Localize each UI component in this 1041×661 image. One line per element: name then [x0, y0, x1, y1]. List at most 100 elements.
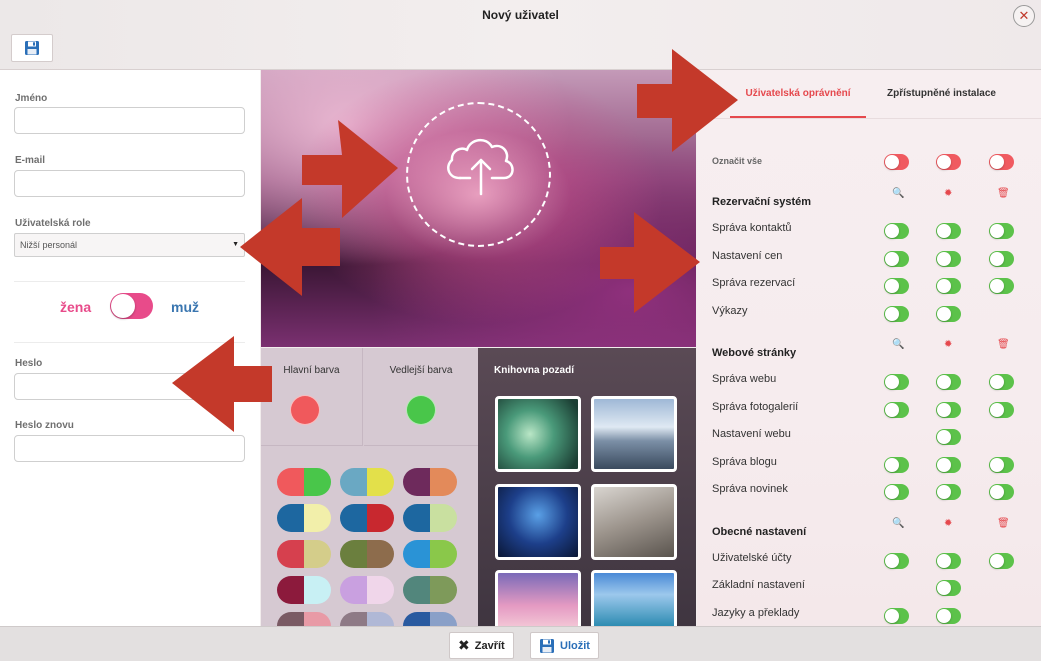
secondary-color-swatch[interactable] [406, 395, 436, 425]
permission-toggle-on[interactable] [884, 456, 909, 473]
toolbar-save-button[interactable] [11, 34, 53, 62]
toggle-knob [937, 581, 951, 595]
permission-toggle-on[interactable] [884, 374, 909, 390]
permission-toggle-on[interactable] [989, 278, 1014, 294]
permission-toggle-on[interactable] [936, 305, 961, 322]
upload-dropzone[interactable] [406, 102, 551, 247]
color-pair-swatch[interactable] [277, 540, 331, 568]
background-thumbnail[interactable] [495, 484, 581, 560]
toggle-knob [990, 251, 1004, 266]
name-input[interactable] [14, 107, 245, 134]
permission-toggle-on[interactable] [884, 607, 909, 624]
permission-toggle-on[interactable] [884, 278, 909, 294]
tab-user-permissions[interactable]: Uživatelská oprávnění [730, 88, 866, 118]
main-color-swatch[interactable] [290, 395, 320, 425]
color-picker-pane: Hlavní barva Vedlejší barva [261, 348, 478, 640]
color-half [304, 468, 331, 496]
trash-icon[interactable]: 🗑 [997, 339, 1010, 350]
permission-toggle-on[interactable] [884, 223, 909, 239]
permission-toggle-on[interactable] [936, 223, 961, 239]
gear-icon[interactable]: ✹ [944, 518, 952, 529]
floppy-disk-icon [540, 638, 554, 653]
permission-toggle-on[interactable] [936, 250, 961, 267]
trash-icon[interactable]: 🗑 [997, 518, 1010, 529]
color-half [403, 576, 430, 604]
close-button[interactable]: ✕ [1013, 5, 1035, 27]
close-dialog-button[interactable]: ✖ Zavřít [449, 632, 514, 659]
permission-toggle-on[interactable] [884, 305, 909, 322]
color-pair-swatch[interactable] [340, 540, 394, 568]
permission-toggle-on[interactable] [936, 607, 961, 624]
color-pair-swatch[interactable] [403, 576, 457, 604]
permission-label: Uživatelské účty [712, 551, 792, 564]
color-pair-swatch[interactable] [277, 504, 331, 532]
permission-toggle-on[interactable] [936, 456, 961, 473]
color-pair-swatch[interactable] [340, 576, 394, 604]
permission-toggle-on[interactable] [884, 552, 909, 569]
color-half [430, 468, 457, 496]
permission-toggle-on[interactable] [989, 223, 1014, 239]
color-pair-swatch[interactable] [277, 576, 331, 604]
permission-toggle-on[interactable] [989, 374, 1014, 390]
permission-toggle-on[interactable] [989, 456, 1014, 473]
permission-toggle-on[interactable] [936, 429, 961, 445]
permission-toggle-on[interactable] [884, 401, 909, 418]
gear-icon[interactable]: ✹ [944, 339, 952, 350]
toggle-knob [885, 306, 899, 321]
permission-toggle-on[interactable] [936, 374, 961, 390]
user-form: Jméno E-mail Uživatelská role Nižší pers… [0, 70, 260, 626]
search-icon[interactable]: 🔍 [892, 339, 904, 350]
permission-label: Základní nastavení [712, 579, 805, 591]
background-thumbnail[interactable] [495, 396, 581, 472]
permission-toggle-on[interactable] [989, 250, 1014, 267]
permission-toggle-on[interactable] [936, 552, 961, 569]
secondary-color-label: Vedlejší barva [389, 365, 453, 376]
tab-accessible-installations[interactable]: Zpřístupněné instalace [869, 88, 1014, 99]
color-pair-swatch[interactable] [403, 504, 457, 532]
background-thumbnail[interactable] [591, 570, 677, 630]
close-dialog-label: Zavřít [474, 639, 505, 652]
gear-icon[interactable]: ✹ [944, 188, 952, 199]
role-select[interactable]: Nižší personál ▼ [14, 233, 245, 257]
toggle-knob [990, 402, 1004, 417]
permission-toggle-on[interactable] [989, 552, 1014, 569]
permission-toggle-on[interactable] [936, 401, 961, 418]
background-thumbnail[interactable] [591, 484, 677, 560]
permission-toggle-on[interactable] [989, 484, 1014, 500]
color-pair-swatch[interactable] [340, 504, 394, 532]
permission-toggle-on[interactable] [884, 250, 909, 267]
permission-toggle-on[interactable] [936, 278, 961, 294]
trash-icon[interactable]: 🗑 [997, 188, 1010, 199]
permission-toggle-off[interactable] [884, 154, 909, 170]
color-half [340, 540, 367, 568]
search-icon[interactable]: 🔍 [892, 518, 904, 529]
color-pair-swatch[interactable] [403, 540, 457, 568]
permission-toggle-on[interactable] [936, 580, 961, 596]
color-pair-swatch[interactable] [340, 468, 394, 496]
dialog-footer: ✖ Zavřít Uložit [0, 626, 1041, 661]
toggle-knob [937, 402, 951, 417]
password-again-input[interactable] [14, 435, 245, 462]
permission-toggle-off[interactable] [936, 154, 961, 170]
photo-upload-area[interactable] [261, 70, 696, 347]
email-input[interactable] [14, 170, 245, 197]
permission-toggle-on[interactable] [989, 401, 1014, 418]
toggle-knob [885, 251, 899, 266]
save-dialog-button[interactable]: Uložit [530, 632, 599, 659]
background-thumbnail[interactable] [591, 396, 677, 472]
gender-toggle[interactable] [110, 293, 153, 319]
permission-toggle-off[interactable] [989, 154, 1014, 170]
color-half [403, 468, 430, 496]
color-half [277, 576, 304, 604]
color-pair-swatch[interactable] [403, 468, 457, 496]
color-pair-swatch[interactable] [277, 468, 331, 496]
toggle-knob [111, 294, 135, 318]
toggle-knob [937, 306, 951, 321]
password-input[interactable] [14, 373, 245, 400]
section-title: Webové stránky [712, 347, 797, 359]
main-color-label: Hlavní barva [283, 365, 340, 376]
permission-toggle-on[interactable] [936, 484, 961, 500]
background-thumbnail[interactable] [495, 570, 581, 630]
search-icon[interactable]: 🔍 [892, 188, 904, 199]
permission-toggle-on[interactable] [884, 484, 909, 500]
